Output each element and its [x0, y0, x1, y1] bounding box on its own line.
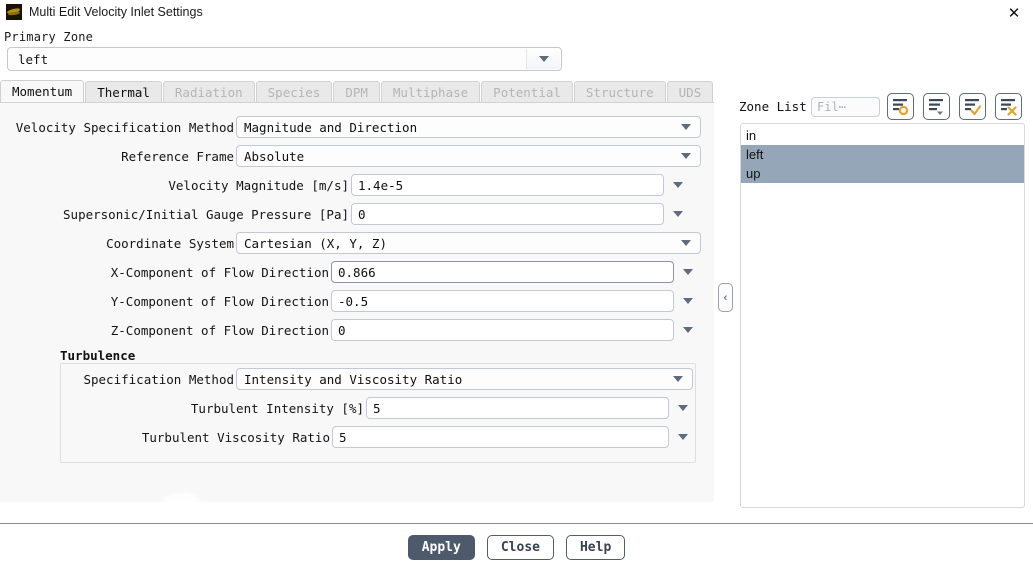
chevron-down-icon [681, 124, 691, 130]
close-button[interactable]: Close [486, 534, 554, 560]
turbulent-intensity-dropdown-icon[interactable] [678, 405, 688, 411]
y-component-value: -0.5 [338, 293, 369, 309]
coordinate-system-value: Cartesian (X, Y, Z) [244, 235, 387, 251]
x-component-label: X-Component of Flow Direction [110, 264, 329, 280]
turbulence-section-title: Turbulence [60, 348, 136, 363]
zone-filter-placeholder: Fil⋯ [817, 100, 846, 114]
collapse-panel-handle[interactable]: ‹ [718, 283, 733, 312]
velocity-magnitude-input[interactable]: 1.4e-5 [351, 174, 664, 196]
zone-list[interactable]: in left up [740, 123, 1025, 508]
primary-zone-label: Primary Zone [4, 30, 94, 44]
tab-structure[interactable]: Structure [573, 81, 666, 103]
coordinate-system-label: Coordinate System [106, 235, 234, 251]
x-component-dropdown-icon[interactable] [683, 269, 693, 275]
turbulence-spec-method-label: Specification Method [83, 371, 234, 387]
dialog-button-bar: Apply Close Help [0, 524, 1033, 570]
turbulent-intensity-input[interactable]: 5 [366, 397, 669, 419]
z-component-label: Z-Component of Flow Direction [110, 322, 329, 338]
velocity-magnitude-label: Velocity Magnitude [m/s] [168, 177, 349, 193]
supersonic-gauge-pressure-value: 0 [358, 206, 366, 222]
turbulent-viscosity-ratio-dropdown-icon[interactable] [678, 434, 688, 440]
y-component-dropdown-icon[interactable] [683, 298, 693, 304]
supersonic-gauge-pressure-dropdown-icon[interactable] [673, 211, 683, 217]
primary-zone-dropdown-button[interactable] [526, 49, 560, 69]
supersonic-gauge-pressure-label: Supersonic/Initial Gauge Pressure [Pa] [63, 206, 349, 222]
help-button[interactable]: Help [565, 534, 626, 560]
velocity-spec-method-combobox[interactable]: Magnitude and Direction [236, 116, 701, 138]
y-component-label: Y-Component of Flow Direction [110, 293, 329, 309]
primary-zone-combobox[interactable]: left [7, 47, 562, 71]
turbulent-intensity-label: Turbulent Intensity [%] [190, 400, 364, 416]
reference-frame-label: Reference Frame [121, 148, 234, 164]
velocity-magnitude-dropdown-icon[interactable] [673, 182, 683, 188]
tab-thermal[interactable]: Thermal [85, 81, 162, 103]
zone-list-item[interactable]: in [741, 126, 1024, 145]
x-component-value: 0.866 [338, 264, 376, 280]
tab-uds[interactable]: UDS [666, 81, 714, 103]
turbulent-intensity-value: 5 [373, 400, 381, 416]
zone-list-item[interactable]: left [741, 145, 1024, 164]
chevron-down-icon [538, 56, 549, 62]
apply-button[interactable]: Apply [407, 534, 475, 560]
turbulent-viscosity-ratio-label: Turbulent Viscosity Ratio [141, 429, 330, 445]
list-select-all-icon[interactable] [959, 93, 986, 120]
tab-potential[interactable]: Potential [481, 81, 573, 103]
z-component-dropdown-icon[interactable] [683, 327, 693, 333]
z-component-value: 0 [338, 322, 346, 338]
velocity-magnitude-value: 1.4e-5 [358, 177, 404, 193]
tab-multiphase[interactable]: Multiphase [380, 81, 481, 103]
tab-bar: Momentum Thermal Radiation Species DPM M… [0, 80, 714, 103]
close-icon[interactable]: ✕ [1001, 3, 1027, 23]
turbulent-viscosity-ratio-input[interactable]: 5 [332, 426, 669, 448]
velocity-spec-method-value: Magnitude and Direction [244, 119, 418, 135]
reference-frame-combobox[interactable]: Absolute [236, 145, 701, 167]
list-sort-icon[interactable] [923, 93, 950, 120]
supersonic-gauge-pressure-input[interactable]: 0 [351, 203, 664, 225]
zone-filter-input[interactable]: Fil⋯ [811, 97, 880, 117]
turbulent-viscosity-ratio-value: 5 [339, 429, 347, 445]
list-highlight-icon[interactable] [887, 93, 914, 120]
title-bar: Multi Edit Velocity Inlet Settings ✕ [0, 0, 1033, 24]
velocity-spec-method-label: Velocity Specification Method [15, 119, 234, 135]
chevron-down-icon [673, 376, 683, 382]
turbulence-spec-method-value: Intensity and Viscosity Ratio [244, 371, 463, 387]
tab-radiation[interactable]: Radiation [162, 81, 255, 103]
tab-species[interactable]: Species [255, 81, 333, 103]
x-component-input[interactable]: 0.866 [331, 261, 674, 283]
tab-momentum[interactable]: Momentum [0, 80, 85, 103]
list-deselect-all-icon[interactable] [995, 93, 1022, 120]
reference-frame-value: Absolute [244, 148, 305, 164]
primary-zone-value: left [18, 51, 49, 67]
chevron-down-icon [681, 240, 691, 246]
multi-edit-velocity-inlet-dialog: Multi Edit Velocity Inlet Settings ✕ Pri… [0, 0, 1033, 570]
window-title: Multi Edit Velocity Inlet Settings [29, 5, 203, 19]
zone-list-label: Zone List [739, 99, 807, 114]
chevron-down-icon [681, 153, 691, 159]
tab-dpm[interactable]: DPM [333, 81, 380, 103]
y-component-input[interactable]: -0.5 [331, 290, 674, 312]
turbulence-spec-method-combobox[interactable]: Intensity and Viscosity Ratio [236, 368, 693, 390]
zone-list-item[interactable]: up [741, 164, 1024, 183]
z-component-input[interactable]: 0 [331, 319, 674, 341]
momentum-tab-panel: Velocity Specification Method Magnitude … [0, 102, 714, 566]
fluent-logo-icon [6, 4, 22, 20]
coordinate-system-combobox[interactable]: Cartesian (X, Y, Z) [236, 232, 701, 254]
